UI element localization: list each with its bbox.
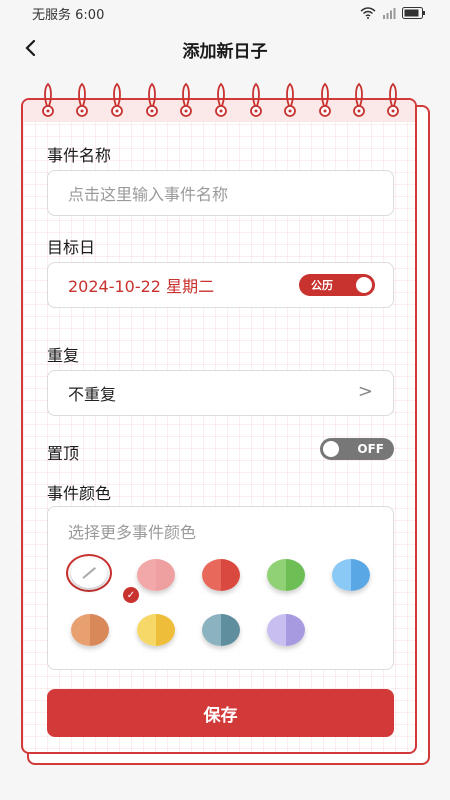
calendar-type-toggle[interactable]: 公历 — [299, 274, 375, 296]
save-button[interactable]: 保存 — [47, 689, 394, 737]
carrier-text: 无服务 — [32, 7, 72, 23]
color-swatch[interactable] — [202, 614, 240, 646]
color-swatch-none[interactable] — [66, 554, 112, 592]
pin-toggle-label: OFF — [357, 442, 384, 456]
chevron-right-icon: > — [357, 381, 373, 402]
ring-icon — [387, 82, 399, 117]
ring-icon — [180, 82, 192, 117]
status-left: 无服务 6:00 — [32, 4, 104, 23]
page-title: 添加新日子 — [182, 41, 268, 62]
back-button[interactable] — [14, 32, 46, 64]
toggle-knob — [323, 441, 339, 457]
repeat-select[interactable]: 不重复 > — [47, 370, 394, 416]
ring-icon — [353, 82, 365, 117]
target-date-label: 目标日 — [47, 238, 96, 257]
color-swatch[interactable] — [137, 614, 175, 646]
color-swatch[interactable] — [71, 614, 109, 646]
ring-icon — [215, 82, 227, 117]
wifi-icon — [360, 7, 376, 19]
nav-bar: 添加新日子 — [0, 28, 450, 70]
event-name-label: 事件名称 — [47, 146, 112, 165]
status-icons — [360, 7, 426, 19]
target-date-field[interactable]: 2024-10-22 星期二 公历 — [47, 262, 394, 308]
ring-icon — [42, 82, 54, 117]
repeat-label: 重复 — [47, 346, 80, 365]
toggle-knob — [356, 277, 372, 293]
color-swatch[interactable] — [332, 559, 370, 591]
signal-icon — [383, 8, 396, 19]
status-bar: 无服务 6:00 — [0, 0, 450, 26]
pin-toggle[interactable]: OFF — [320, 438, 394, 460]
ring-icon — [284, 82, 296, 117]
swatch-inner — [71, 558, 107, 588]
event-name-input[interactable]: 点击这里输入事件名称 — [47, 170, 394, 216]
notebook-rings — [23, 82, 415, 122]
color-swatch[interactable] — [267, 559, 305, 591]
status-time: 6:00 — [75, 7, 105, 23]
battery-icon — [402, 7, 425, 19]
event-color-label: 事件颜色 — [47, 484, 112, 503]
calendar-toggle-label: 公历 — [311, 279, 333, 292]
color-picker: 选择更多事件颜色 ✓ — [47, 506, 394, 670]
color-swatch[interactable] — [202, 559, 240, 591]
target-date-value: 2024-10-22 星期二 — [68, 277, 215, 296]
no-color-slash — [82, 567, 96, 579]
ring-icon — [111, 82, 123, 117]
ring-icon — [250, 82, 262, 117]
chevron-left-icon — [25, 39, 36, 57]
notebook-card: 事件名称 点击这里输入事件名称 目标日 2024-10-22 星期二 公历 重复… — [21, 82, 417, 754]
ring-icon — [76, 82, 88, 117]
repeat-value: 不重复 — [68, 385, 117, 404]
color-swatch[interactable] — [267, 614, 305, 646]
ring-icon — [319, 82, 331, 117]
more-colors-link[interactable]: 选择更多事件颜色 — [68, 519, 196, 543]
pin-label: 置顶 — [47, 444, 80, 463]
ring-icon — [146, 82, 158, 117]
color-swatch[interactable] — [137, 559, 175, 591]
event-name-placeholder: 点击这里输入事件名称 — [68, 185, 229, 204]
